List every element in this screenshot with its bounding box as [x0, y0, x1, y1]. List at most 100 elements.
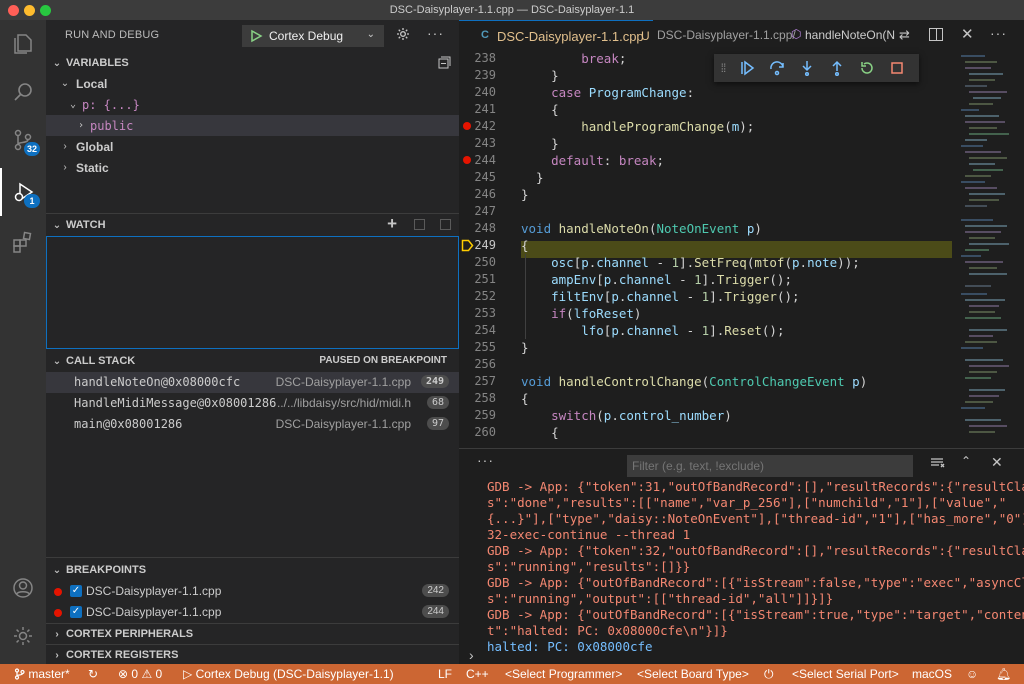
- plug-icon[interactable]: ⏻: [764, 667, 774, 682]
- console-line: {...}"],["type","daisy::NoteOnEvent"],["…: [487, 511, 1024, 526]
- board-select[interactable]: <Select Board Type>: [637, 667, 749, 681]
- maximize-panel-icon[interactable]: ⌃: [961, 454, 971, 468]
- close-panel-icon[interactable]: ✕: [991, 454, 1003, 471]
- notifications-bell-icon[interactable]: 🔔︎: [996, 667, 1011, 681]
- chevron-down-icon: ⌄: [52, 219, 62, 231]
- clear-console-icon[interactable]: [929, 455, 945, 474]
- extensions-icon[interactable]: [0, 218, 46, 266]
- code-view[interactable]: 238 break; 239 } 240 case ProgramChange:…: [459, 50, 959, 448]
- watch-list[interactable]: [46, 236, 459, 349]
- code-line: 256: [474, 357, 496, 371]
- sidebar-title: RUN AND DEBUG: [65, 29, 160, 41]
- scope-label: Local: [76, 76, 108, 91]
- peripherals-title: CORTEX PERIPHERALS: [66, 628, 194, 640]
- breakpoint-line-badge: 244: [422, 605, 449, 618]
- sync-icon[interactable]: ↻: [88, 667, 98, 681]
- breakpoint-checkbox[interactable]: ✓: [70, 606, 82, 618]
- debug-session-status[interactable]: ▷ Cortex Debug (DSC-Daisyplayer-1.1): [183, 667, 394, 681]
- close-window-button[interactable]: [8, 5, 19, 16]
- warning-count: 0: [155, 667, 163, 681]
- search-icon[interactable]: [0, 68, 46, 116]
- breadcrumb-symbol[interactable]: handleNoteOn(N: [805, 28, 895, 42]
- breakpoints-section-header[interactable]: ⌄ BREAKPOINTS: [46, 559, 459, 581]
- run-debug-icon[interactable]: 1: [0, 168, 46, 216]
- breadcrumb-file[interactable]: DSC-Daisyplayer-1.1.cpp/: [657, 28, 796, 42]
- account-icon[interactable]: [0, 564, 46, 612]
- stack-frame[interactable]: HandleMidiMessage@0x08001286 ../../libda…: [46, 393, 459, 414]
- variables-scope-global[interactable]: › Global: [46, 136, 459, 157]
- code-line-current: 249{: [474, 238, 529, 253]
- refresh-icon: [414, 219, 425, 230]
- chevron-right-icon: ›: [63, 141, 67, 152]
- more-actions-icon[interactable]: ···: [427, 25, 444, 41]
- step-over-icon[interactable]: [762, 54, 792, 82]
- variables-scope-static[interactable]: › Static: [46, 157, 459, 178]
- stack-frame[interactable]: handleNoteOn@0x08000cfc DSC-Daisyplayer-…: [46, 372, 459, 393]
- call-stack-section-header[interactable]: ⌄ CALL STACK PAUSED ON BREAKPOINT: [46, 350, 459, 372]
- code-line: 246}: [474, 187, 529, 202]
- code-line: 240 case ProgramChange:: [474, 85, 695, 100]
- cortex-registers-section-header[interactable]: › CORTEX REGISTERS: [46, 644, 459, 666]
- breakpoint-item[interactable]: ✓ DSC-Daisyplayer-1.1.cpp 244: [46, 602, 459, 623]
- launch-config-select[interactable]: Cortex Debug ⌄: [242, 25, 384, 47]
- os-status[interactable]: macOS: [912, 667, 952, 681]
- watch-section-header[interactable]: ⌄ WATCH +: [46, 214, 459, 236]
- variables-section-header[interactable]: ⌄ VARIABLES: [46, 52, 459, 74]
- code-line: 253 if(lfoReset): [474, 306, 642, 321]
- variable-p[interactable]: ⌄ p: {...}: [46, 94, 459, 115]
- start-debugging-icon[interactable]: [249, 29, 263, 43]
- console-line: GDB -> App: {"outOfBandRecord":[{"isStre…: [487, 575, 1024, 590]
- window-title: DSC-Daisyplayer-1.1.cpp — DSC-Daisyplaye…: [389, 4, 635, 16]
- chevron-down-icon: ⌄: [52, 57, 62, 69]
- breakpoint-item[interactable]: ✓ DSC-Daisyplayer-1.1.cpp 242: [46, 581, 459, 602]
- drag-handle-icon[interactable]: ⁞⁞: [714, 61, 732, 75]
- open-changes-icon[interactable]: ⇄: [899, 27, 910, 43]
- breakpoint-glyph-icon[interactable]: [463, 122, 471, 130]
- variables-scope-local[interactable]: ⌄ Local: [46, 73, 459, 94]
- feedback-icon[interactable]: ☺: [966, 667, 978, 681]
- git-branch-icon: [14, 668, 25, 680]
- editor-tab[interactable]: C DSC-Daisyplayer-1.1.cpp U: [459, 20, 653, 50]
- breakpoint-glyph-icon[interactable]: [463, 156, 471, 164]
- restart-icon[interactable]: [852, 54, 882, 82]
- step-into-icon[interactable]: [792, 54, 822, 82]
- more-actions-icon[interactable]: ···: [990, 25, 1007, 41]
- explorer-icon[interactable]: [0, 20, 46, 68]
- console-filter-input[interactable]: [627, 455, 913, 477]
- maximize-window-button[interactable]: [40, 5, 51, 16]
- debug-console-panel: ··· ⌃ ✕ GDB -> App: {"token":31,"outOfBa…: [459, 448, 1024, 664]
- eol-status[interactable]: LF: [438, 667, 452, 681]
- step-out-icon[interactable]: [822, 54, 852, 82]
- minimize-window-button[interactable]: [24, 5, 35, 16]
- branch-status[interactable]: master*: [14, 667, 70, 681]
- breakpoint-checkbox[interactable]: ✓: [70, 585, 82, 597]
- stack-frame[interactable]: main@0x08001286 DSC-Daisyplayer-1.1.cpp …: [46, 414, 459, 435]
- minimap[interactable]: [957, 50, 1017, 448]
- programmer-select[interactable]: <Select Programmer>: [505, 667, 622, 681]
- chevron-right-icon: ›: [77, 120, 85, 131]
- launch-settings-gear-icon[interactable]: [395, 26, 411, 45]
- language-status[interactable]: C++: [466, 667, 489, 681]
- panel-more-icon[interactable]: ···: [477, 452, 494, 468]
- problems-status[interactable]: ⊗ 0 ⚠ 0: [118, 667, 162, 681]
- cortex-peripherals-section-header[interactable]: › CORTEX PERIPHERALS: [46, 623, 459, 645]
- branch-label: master*: [28, 667, 70, 681]
- split-editor-icon[interactable]: [929, 28, 943, 41]
- stop-icon[interactable]: [882, 54, 912, 82]
- breakpoint-dot-icon: [54, 588, 62, 596]
- manage-gear-icon[interactable]: [0, 612, 46, 660]
- continue-icon[interactable]: [732, 54, 762, 82]
- chevron-down-icon: ⌄: [366, 29, 375, 40]
- collapse-all-icon[interactable]: [438, 56, 451, 72]
- frame-function: main@0x08001286: [74, 417, 183, 431]
- add-expression-icon[interactable]: +: [387, 214, 397, 234]
- close-icon[interactable]: ✕: [961, 25, 974, 43]
- frame-line-badge: 97: [426, 417, 449, 430]
- chevron-down-icon: ⌄: [60, 78, 70, 89]
- debug-stackframe-arrow-icon: [461, 239, 474, 255]
- debug-session-label: Cortex Debug (DSC-Daisyplayer-1.1): [195, 667, 394, 681]
- variable-public[interactable]: › public: [46, 115, 459, 136]
- serial-port-select[interactable]: <Select Serial Port>: [792, 667, 899, 681]
- source-control-icon[interactable]: 32: [0, 116, 46, 164]
- repl-prompt-chevron-icon[interactable]: ›: [469, 647, 474, 663]
